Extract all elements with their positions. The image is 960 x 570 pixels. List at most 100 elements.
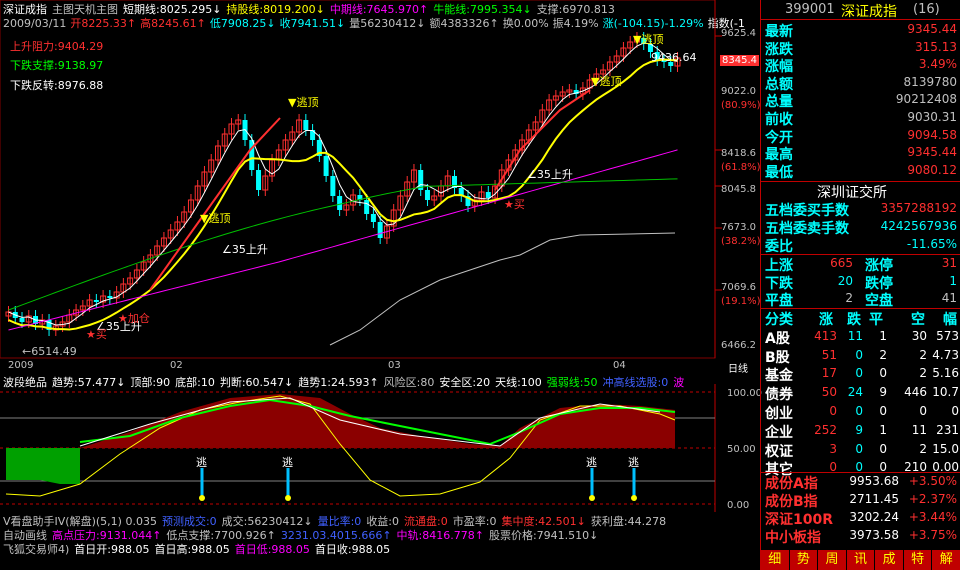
quote-row: 今开 9094.58: [761, 127, 960, 146]
class-cell: 24: [847, 385, 863, 400]
index-cell: 成份A指: [765, 476, 818, 492]
exchange-title: 深圳证交所: [817, 185, 887, 201]
escape-top-label-3: ▼逃顶: [633, 33, 664, 46]
row-value: 4242567936: [880, 219, 957, 233]
breadth-row: 下跌 20 跌停 1: [761, 273, 960, 292]
price-tick: 7673.0: [721, 222, 756, 233]
panel-tab[interactable]: 讯: [846, 550, 876, 570]
class-cell: 0: [855, 366, 863, 381]
class-cell: 创业: [765, 406, 793, 422]
price-tick: 7069.6: [721, 282, 756, 293]
class-row: 基金 17 0 0 2 5.16: [761, 365, 960, 384]
resistance-level-label: 上升阻力:9404.29: [10, 40, 104, 53]
index-row[interactable]: 深证100R 3202.24 +3.44%: [761, 509, 960, 528]
class-cell: 0: [829, 404, 837, 418]
candlestick-chart[interactable]: [0, 0, 760, 360]
row-value: 3357288192: [880, 201, 957, 215]
breadth-row: 平盘 2 空盘 41: [761, 290, 960, 309]
breadth-cell: 空盘: [865, 293, 893, 309]
candle-body: [424, 190, 430, 200]
oscillator-chart[interactable]: 逃逃逃逃: [0, 384, 760, 512]
panel-tabs[interactable]: 细势周讯成特解: [761, 550, 960, 570]
class-cell: 权证: [765, 443, 793, 460]
rise35-label-2: ∠35上升: [527, 168, 573, 181]
depth-row: 五档委买手数 3357288192: [761, 200, 960, 219]
escape-marker-dot: [285, 495, 291, 501]
quote-row: 总量 90212408: [761, 91, 960, 110]
panel-tab[interactable]: 特: [903, 550, 933, 570]
class-cell: 企业: [765, 424, 793, 441]
index-row[interactable]: 中小板指 3973.58 +3.75%: [761, 527, 960, 546]
index-cell: +2.37%: [908, 492, 957, 506]
escape-marker-dot: [199, 495, 205, 501]
price-tick: 6466.2: [721, 340, 756, 351]
class-row: 创业 0 0 0 0 0: [761, 403, 960, 422]
class-cell: 0: [855, 347, 863, 362]
price-axis: 9625.4 9022.0 (80.9%) 8418.6 (61.8%) 8045.8 76…: [715, 0, 761, 360]
quote-panel: 399001 深证成指 (16) 最新 9345.44 涨跌 315.13 涨幅 3.49…: [760, 0, 960, 570]
escape-marker-label: 逃: [628, 456, 639, 469]
class-cell: 4.73: [932, 347, 959, 362]
panel-tab[interactable]: 成: [875, 550, 904, 570]
info-item: 中轨:8416.778↑: [396, 529, 484, 542]
stock-name: 深证成指: [841, 4, 897, 20]
class-cell: 0: [879, 441, 887, 456]
row-label: 五档委卖手数: [765, 221, 849, 237]
medium-term-line: [8, 149, 678, 331]
stock-count: (16): [913, 2, 940, 17]
chart-area[interactable]: 深证成指 主图天机主图 短期线:8025.295↓ 持股线:8019.200↓ 中期线:…: [0, 0, 762, 570]
quote-row: 前收 9030.31: [761, 109, 960, 128]
info-line-3: 飞狐交易师4) 首日开:988.05 首日高:988.05 首日低:988.05 首日收…: [3, 541, 395, 557]
date-tick: 日线: [728, 364, 748, 375]
class-header-cell: 空: [911, 312, 925, 328]
class-row: B股 51 0 2 2 4.73: [761, 347, 960, 366]
rise-line-1: [149, 117, 281, 291]
chart-frame: [0, 0, 716, 359]
panel-tab[interactable]: 势: [789, 550, 819, 570]
candle-body: [370, 214, 376, 222]
escape-marker-dot: [631, 495, 637, 501]
index-row[interactable]: 成份A指 9953.68 +3.50%: [761, 473, 960, 492]
breadth-cell: 平盘: [765, 293, 793, 309]
max-price-label: 9436.64: [651, 51, 697, 64]
escape-top-label-2: ▼逃顶: [200, 212, 231, 225]
row-value: 90212408: [895, 92, 957, 107]
class-row: 债券 50 24 9 446 10.7: [761, 384, 960, 403]
row-value: 3.49%: [918, 57, 957, 72]
price-tick: (38.2%): [721, 236, 761, 247]
index-row[interactable]: 成份B指 2711.45 +2.37%: [761, 491, 960, 510]
index-cell: 3973.58: [849, 528, 899, 542]
info-item: 股票价格:7941.510↓: [488, 529, 599, 542]
escape-marker-label: 逃: [586, 456, 597, 469]
candle-body: [303, 120, 309, 130]
oscillator-tick: 50.00: [727, 444, 756, 455]
class-cell: 0: [855, 404, 863, 418]
oscillator-tick: 100.00: [727, 388, 762, 399]
index-cell: 3202.24: [849, 510, 899, 524]
panel-tab[interactable]: 细: [761, 550, 790, 570]
price-tick: (80.9%): [721, 100, 761, 111]
holding-line: [8, 58, 678, 331]
row-value: 9030.31: [907, 110, 957, 124]
panel-tab[interactable]: 解: [932, 550, 960, 570]
date-tick: 2009: [8, 360, 34, 371]
panel-tab[interactable]: 周: [818, 550, 847, 570]
class-cell: 252: [814, 422, 837, 437]
min-price-label: ←6514.49: [22, 345, 77, 358]
stock-code: 399001: [785, 2, 835, 17]
class-cell: 9: [855, 422, 863, 437]
class-header-cell: 幅: [943, 312, 957, 328]
class-cell: 17: [821, 366, 837, 381]
class-cell: 1: [879, 422, 887, 437]
class-cell: 9: [879, 385, 887, 400]
class-cell: 11: [847, 328, 863, 343]
class-cell: 2: [879, 347, 887, 362]
reversal-level-label: 下跌反转:8976.88: [10, 79, 104, 92]
info-item: 首日开:988.05: [74, 543, 150, 556]
price-tick: 8045.8: [721, 184, 756, 195]
index-cell: +3.44%: [908, 510, 957, 524]
class-cell: 0: [951, 404, 959, 418]
class-cell: 11: [911, 422, 927, 437]
row-value: 8139780: [903, 74, 957, 89]
index-cell: 中小板指: [765, 530, 821, 546]
